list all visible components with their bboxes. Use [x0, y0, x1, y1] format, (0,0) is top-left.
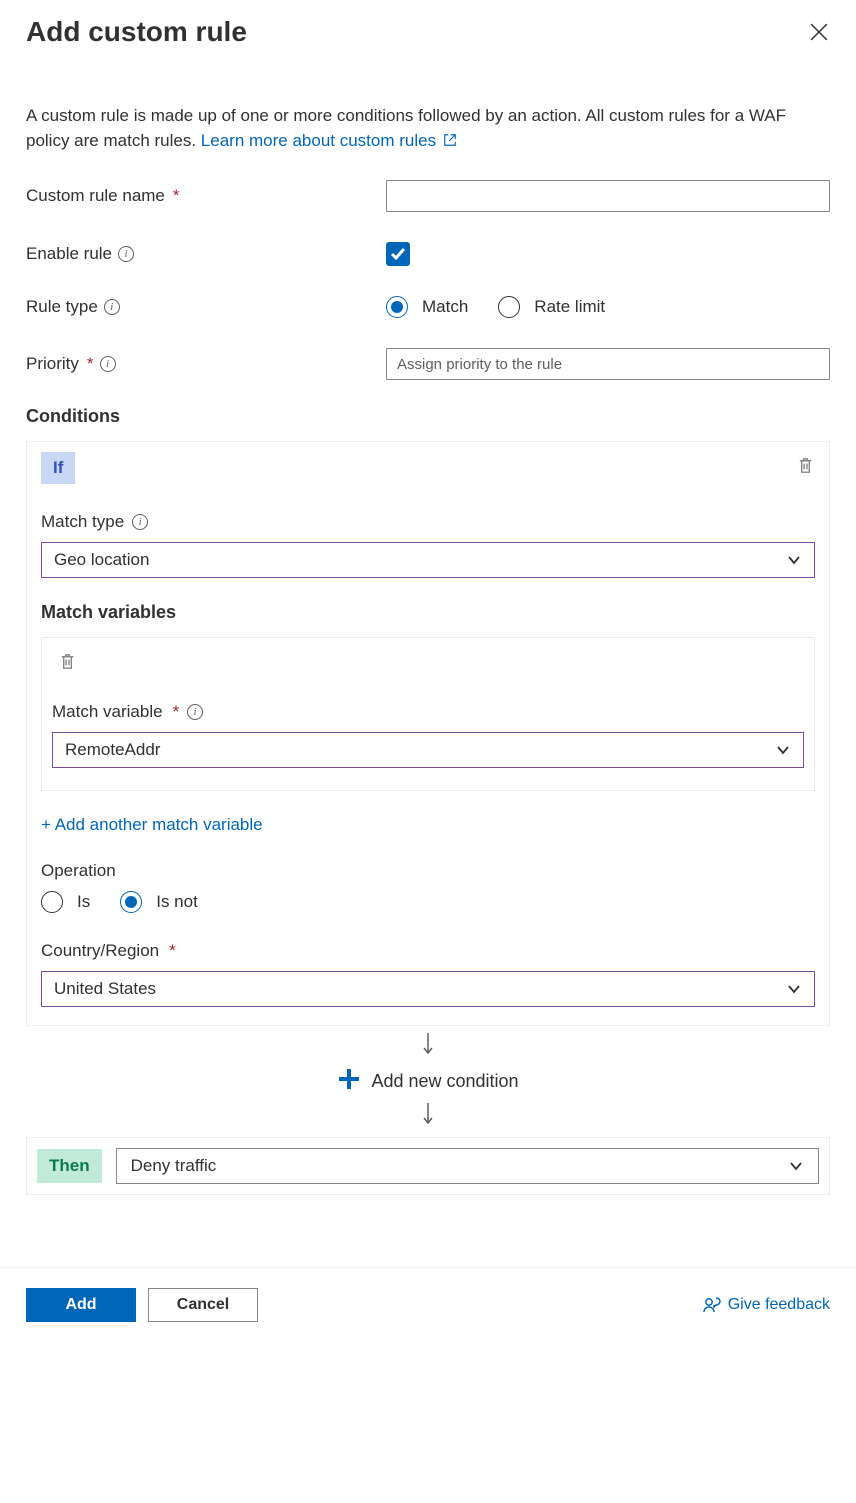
chevron-down-icon: [788, 1158, 804, 1174]
add-condition-button[interactable]: Add new condition: [26, 1067, 830, 1096]
feedback-icon: [702, 1295, 722, 1315]
operation-is-label: Is: [77, 892, 90, 912]
then-action-value: Deny traffic: [131, 1156, 217, 1176]
rule-type-label: Rule type i: [26, 297, 386, 317]
then-block: Then Deny traffic: [26, 1137, 830, 1195]
give-feedback-link[interactable]: Give feedback: [702, 1295, 830, 1315]
info-icon[interactable]: i: [100, 356, 116, 372]
close-button[interactable]: [808, 21, 830, 43]
match-variable-select[interactable]: RemoteAddr: [52, 732, 804, 768]
learn-more-link[interactable]: Learn more about custom rules: [201, 131, 457, 150]
rule-type-match-radio[interactable]: [386, 296, 408, 318]
match-type-value: Geo location: [54, 550, 149, 570]
condition-block: If Match type i Geo location Match varia…: [26, 441, 830, 1026]
chevron-down-icon: [775, 742, 791, 758]
enable-rule-label: Enable rule i: [26, 244, 386, 264]
match-type-select[interactable]: Geo location: [41, 542, 815, 578]
chevron-down-icon: [786, 552, 802, 568]
check-icon: [390, 246, 406, 262]
country-select[interactable]: United States: [41, 971, 815, 1007]
match-variable-label: Match variable* i: [52, 702, 804, 722]
country-value: United States: [54, 979, 156, 999]
delete-variable-button[interactable]: [58, 652, 77, 676]
delete-condition-button[interactable]: [796, 456, 815, 480]
then-action-select[interactable]: Deny traffic: [116, 1148, 819, 1184]
info-icon[interactable]: i: [118, 246, 134, 262]
rule-type-match-label: Match: [422, 297, 468, 317]
flow-arrow: [26, 1032, 830, 1061]
plus-icon: [337, 1067, 361, 1096]
country-label: Country/Region*: [41, 941, 815, 961]
rule-type-ratelimit-label: Rate limit: [534, 297, 605, 317]
custom-rule-name-label: Custom rule name*: [26, 186, 386, 206]
description-text: A custom rule is made up of one or more …: [26, 104, 830, 154]
enable-rule-checkbox[interactable]: [386, 242, 410, 266]
add-match-variable-link[interactable]: + Add another match variable: [41, 815, 815, 835]
page-title: Add custom rule: [26, 16, 247, 48]
operation-isnot-label: Is not: [156, 892, 198, 912]
close-icon: [810, 23, 828, 41]
operation-is-radio[interactable]: [41, 891, 63, 913]
info-icon[interactable]: i: [132, 514, 148, 530]
trash-icon: [58, 652, 77, 671]
priority-label: Priority* i: [26, 354, 386, 374]
info-icon[interactable]: i: [187, 704, 203, 720]
match-variable-block: Match variable* i RemoteAddr: [41, 637, 815, 791]
match-variables-title: Match variables: [41, 602, 815, 623]
conditions-title: Conditions: [26, 406, 830, 427]
add-button[interactable]: Add: [26, 1288, 136, 1322]
custom-rule-name-input[interactable]: [386, 180, 830, 212]
then-badge: Then: [37, 1149, 102, 1183]
info-icon[interactable]: i: [104, 299, 120, 315]
operation-label: Operation: [41, 861, 815, 881]
match-type-label: Match type i: [41, 512, 815, 532]
add-condition-label: Add new condition: [371, 1071, 518, 1092]
priority-input[interactable]: [386, 348, 830, 380]
operation-isnot-radio[interactable]: [120, 891, 142, 913]
rule-type-ratelimit-radio[interactable]: [498, 296, 520, 318]
match-variable-value: RemoteAddr: [65, 740, 160, 760]
if-badge: If: [41, 452, 75, 484]
trash-icon: [796, 456, 815, 475]
cancel-button[interactable]: Cancel: [148, 1288, 258, 1322]
external-link-icon: [443, 130, 457, 155]
flow-arrow: [26, 1102, 830, 1131]
chevron-down-icon: [786, 981, 802, 997]
